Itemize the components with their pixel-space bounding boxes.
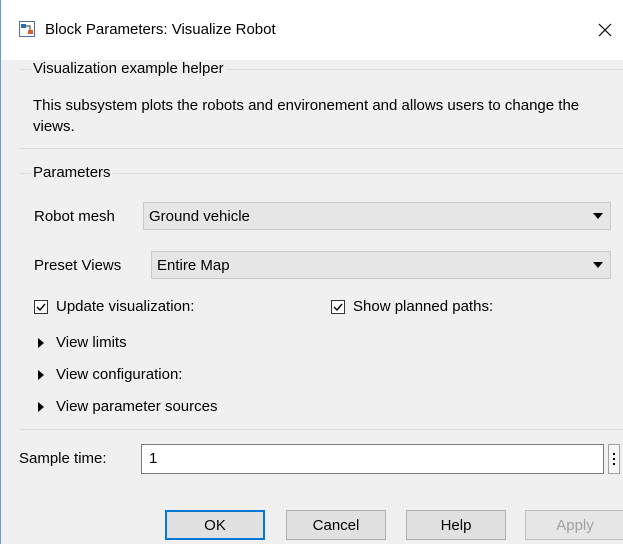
sample-time-label: Sample time: bbox=[19, 450, 107, 467]
show-planned-paths-label: Show planned paths: bbox=[353, 298, 494, 315]
view-configuration-expander[interactable]: View configuration: bbox=[38, 366, 182, 383]
expand-arrow-icon bbox=[38, 369, 44, 380]
parameters-heading: Parameters bbox=[31, 164, 113, 182]
apply-button[interactable]: Apply bbox=[525, 510, 623, 540]
view-limits-label: View limits bbox=[56, 334, 127, 351]
preset-views-select[interactable]: Entire Map bbox=[151, 251, 611, 279]
simulink-block-icon bbox=[19, 21, 35, 37]
cancel-button[interactable]: Cancel bbox=[286, 510, 386, 540]
view-configuration-label: View configuration: bbox=[56, 366, 183, 383]
robot-mesh-value: Ground vehicle bbox=[149, 207, 250, 225]
show-planned-paths-checkbox[interactable] bbox=[331, 300, 345, 314]
dot-icon bbox=[613, 463, 615, 465]
more-options-button[interactable] bbox=[608, 444, 620, 474]
expand-arrow-icon bbox=[38, 401, 44, 412]
dropdown-arrow-icon bbox=[586, 262, 610, 268]
sample-time-input[interactable]: 1 bbox=[141, 444, 604, 474]
dropdown-arrow-icon bbox=[586, 213, 610, 219]
expand-arrow-icon bbox=[38, 337, 44, 348]
description-group: Visualization example helper This subsys… bbox=[19, 60, 623, 149]
view-parameter-sources-label: View parameter sources bbox=[56, 398, 218, 415]
preset-views-value: Entire Map bbox=[157, 256, 230, 274]
update-visualization-checkbox[interactable] bbox=[34, 300, 48, 314]
preset-views-label: Preset Views bbox=[34, 257, 122, 274]
checkmark-icon bbox=[36, 303, 46, 312]
robot-mesh-select[interactable]: Ground vehicle bbox=[143, 202, 611, 230]
close-button[interactable] bbox=[587, 12, 623, 48]
checkmark-icon bbox=[333, 303, 343, 312]
dot-icon bbox=[613, 458, 615, 460]
robot-mesh-label: Robot mesh bbox=[34, 208, 115, 225]
block-parameters-dialog: Block Parameters: Visualize Robot Visual… bbox=[0, 0, 623, 544]
close-icon bbox=[598, 23, 612, 37]
dot-icon bbox=[613, 453, 615, 455]
ok-button[interactable]: OK bbox=[165, 510, 265, 540]
description-text: This subsystem plots the robots and envi… bbox=[33, 97, 580, 135]
title-bar[interactable]: Block Parameters: Visualize Robot bbox=[1, 0, 623, 60]
help-button[interactable]: Help bbox=[406, 510, 506, 540]
view-parameter-sources-expander[interactable]: View parameter sources bbox=[38, 398, 217, 415]
view-limits-expander[interactable]: View limits bbox=[38, 334, 127, 351]
update-visualization-label: Update visualization: bbox=[56, 298, 195, 315]
window-title: Block Parameters: Visualize Robot bbox=[45, 21, 276, 38]
description-heading: Visualization example helper bbox=[31, 60, 226, 78]
